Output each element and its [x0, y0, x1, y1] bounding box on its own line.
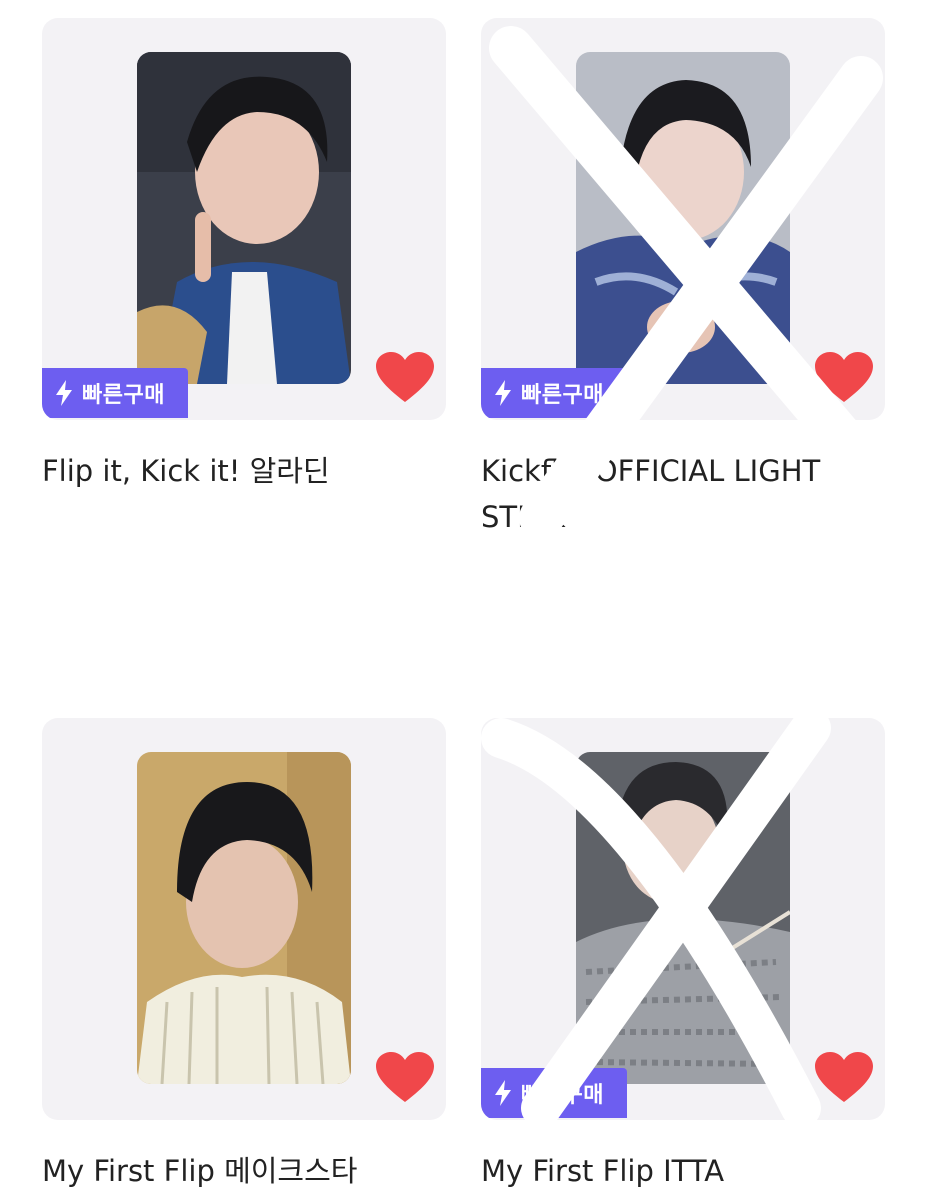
- product-card[interactable]: 빠른구매 Flip it, Kick it! 알라딘: [42, 18, 446, 494]
- photocard-image: [576, 752, 790, 1084]
- photocard-image: [576, 52, 790, 384]
- quick-buy-badge: 빠른구매: [481, 368, 627, 418]
- quick-buy-badge: 빠른구매: [42, 368, 188, 418]
- photocard-image: [137, 52, 351, 384]
- product-title[interactable]: Flip it, Kick it! 알라딘: [42, 448, 432, 494]
- product-title[interactable]: My First Flip 메이크스타: [42, 1148, 432, 1194]
- lightning-icon: [54, 380, 74, 406]
- heart-icon[interactable]: [376, 352, 434, 404]
- heart-icon[interactable]: [376, 1052, 434, 1104]
- product-card[interactable]: 빠른구매 My First Flip ITTA: [481, 718, 885, 1194]
- product-card[interactable]: My First Flip 메이크스타: [42, 718, 446, 1194]
- product-grid: 빠른구매 Flip it, Kick it! 알라딘 빠른구매 Kickflip…: [0, 0, 925, 1200]
- product-thumbnail[interactable]: [42, 718, 446, 1120]
- product-thumbnail[interactable]: 빠른구매: [42, 18, 446, 420]
- product-thumbnail[interactable]: 빠른구매: [481, 18, 885, 420]
- photocard-image: [137, 752, 351, 1084]
- quick-buy-label: 빠른구매: [521, 383, 604, 408]
- quick-buy-label: 빠른구매: [82, 383, 165, 408]
- product-title[interactable]: My First Flip ITTA: [481, 1148, 871, 1194]
- quick-buy-badge: 빠른구매: [481, 1068, 627, 1118]
- quick-buy-label: 빠른구매: [521, 1083, 604, 1108]
- product-thumbnail[interactable]: 빠른구매: [481, 718, 885, 1120]
- heart-icon[interactable]: [815, 1052, 873, 1104]
- product-title[interactable]: Kickflip OFFICIAL LIGHT STICK: [481, 448, 871, 540]
- lightning-icon: [493, 1080, 513, 1106]
- heart-icon[interactable]: [815, 352, 873, 404]
- product-card[interactable]: 빠른구매 Kickflip OFFICIAL LIGHT STICK: [481, 18, 885, 540]
- lightning-icon: [493, 380, 513, 406]
